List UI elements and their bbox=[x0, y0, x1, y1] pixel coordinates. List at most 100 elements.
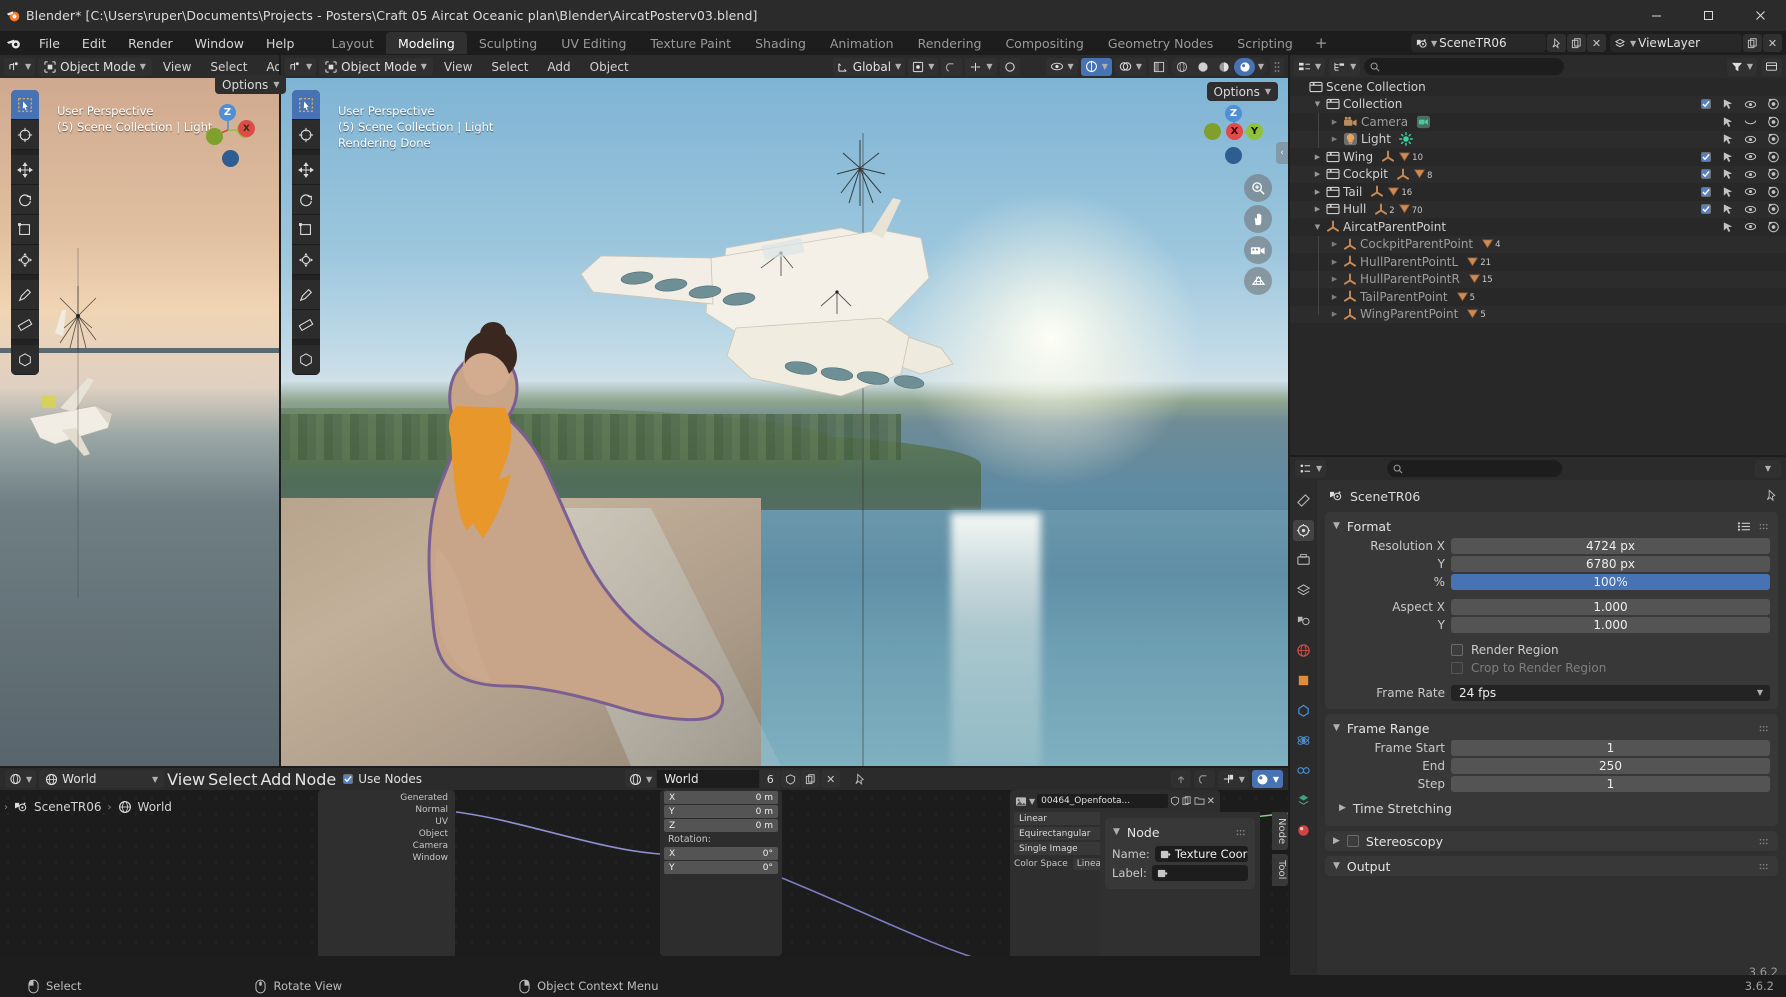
resolution-y-field[interactable]: 6780 px bbox=[1451, 555, 1770, 572]
outliner-disable-render-icon[interactable] bbox=[1767, 116, 1780, 128]
gizmo-axis-x-center[interactable]: X bbox=[238, 120, 255, 137]
outliner-row-tailparentpoint[interactable]: ▶ TailParentPoint 5 bbox=[1290, 288, 1786, 306]
tab-texture-paint[interactable]: Texture Paint bbox=[638, 32, 743, 54]
outliner-disable-render-icon[interactable] bbox=[1767, 168, 1780, 180]
image-browse-chevron-icon[interactable]: ▼ bbox=[1029, 797, 1035, 806]
disclosure-closed-icon[interactable]: ▶ bbox=[1311, 205, 1324, 213]
aspect-y-field[interactable]: 1.000 bbox=[1451, 616, 1770, 633]
node-snap-parent-button[interactable] bbox=[1170, 770, 1191, 788]
output-panel-grip-icon[interactable] bbox=[1759, 857, 1770, 876]
stereoscopy-panel-grip-icon[interactable] bbox=[1759, 832, 1770, 851]
tab-uv-editing[interactable]: UV Editing bbox=[549, 32, 638, 54]
outliner-search-input[interactable] bbox=[1364, 58, 1565, 75]
gizmo-axis-z[interactable]: Z bbox=[219, 104, 236, 121]
envtex-image-name[interactable]: 00464_Openfoota... bbox=[1037, 794, 1168, 808]
texcoord-output-generated[interactable]: Generated bbox=[318, 792, 455, 804]
disclosure-closed-icon[interactable]: ▶ bbox=[1328, 310, 1341, 318]
overlays-toggle[interactable]: ▼ bbox=[1114, 57, 1146, 76]
node-texture-coordinate[interactable]: Generated Normal UV Object Camera Window bbox=[318, 790, 455, 956]
outliner-selectable-icon[interactable] bbox=[1721, 116, 1734, 128]
tool-transform[interactable] bbox=[11, 245, 39, 275]
tab-geometry-nodes[interactable]: Geometry Nodes bbox=[1096, 32, 1225, 54]
tab-scripting[interactable]: Scripting bbox=[1225, 32, 1305, 54]
shading-wireframe[interactable] bbox=[1171, 58, 1192, 76]
shader-type-selector[interactable]: World ▼ bbox=[39, 770, 165, 788]
gizmo-main-axis-z-neg[interactable] bbox=[1225, 147, 1242, 164]
viewport-left-menu-select[interactable]: Select bbox=[202, 57, 255, 77]
tool-rotate[interactable] bbox=[11, 185, 39, 215]
prop-tab-output[interactable] bbox=[1293, 550, 1314, 571]
node-menu-add[interactable]: Add bbox=[260, 770, 291, 789]
aspect-x-field[interactable]: 1.000 bbox=[1451, 598, 1770, 615]
node-pin-icon[interactable] bbox=[850, 770, 869, 788]
outliner-hide-viewport-icon[interactable] bbox=[1744, 116, 1757, 127]
outliner-disable-render-icon[interactable] bbox=[1767, 151, 1780, 163]
mapping-rotation-y[interactable]: Y 0° bbox=[664, 861, 778, 874]
shading-rendered[interactable] bbox=[1234, 57, 1255, 76]
viewport-sidebar-expand-icon[interactable]: ‹ bbox=[1276, 142, 1288, 164]
xray-toggle[interactable] bbox=[1149, 58, 1168, 76]
node-editor-type[interactable]: ▼ bbox=[5, 770, 37, 788]
frame-end-field[interactable]: 250 bbox=[1451, 757, 1770, 774]
gizmo-main-axis-y[interactable]: Y bbox=[1246, 123, 1263, 140]
node-sidebar-grip-icon[interactable] bbox=[1236, 823, 1247, 842]
tool-cursor[interactable] bbox=[11, 120, 39, 150]
node-menu-select[interactable]: Select bbox=[208, 770, 257, 789]
disclosure-open-icon[interactable]: ▼ bbox=[1311, 100, 1324, 108]
viewport-main-nav-gizmo[interactable]: Z Y X bbox=[1202, 100, 1266, 164]
prop-tab-modifiers[interactable] bbox=[1293, 700, 1314, 721]
outliner-row-aircatparentpoint[interactable]: ▼ AircatParentPoint bbox=[1290, 218, 1786, 236]
menu-window[interactable]: Window bbox=[184, 31, 255, 55]
viewport-main-options-button[interactable]: Options ▼ bbox=[1206, 82, 1278, 101]
disclosure-closed-icon[interactable]: ▶ bbox=[1311, 153, 1324, 161]
output-panel-header[interactable]: ▼ Output bbox=[1325, 856, 1778, 876]
node-sidebar-tab-node[interactable]: Node bbox=[1272, 812, 1288, 851]
shading-solid[interactable] bbox=[1192, 58, 1213, 76]
outliner-disable-render-icon[interactable] bbox=[1767, 221, 1780, 233]
properties-options-button[interactable]: ▼ bbox=[1755, 459, 1781, 478]
add-workspace-button[interactable]: + bbox=[1305, 34, 1338, 52]
gizmo-axis-x-neg[interactable] bbox=[206, 128, 223, 145]
outliner-selectable-icon[interactable] bbox=[1721, 98, 1734, 110]
mapping-location-z[interactable]: Z 0 m bbox=[664, 819, 778, 832]
outliner-exclude-checkbox[interactable] bbox=[1701, 204, 1711, 215]
outliner-exclude-checkbox[interactable] bbox=[1701, 99, 1711, 110]
visibility-dropdown[interactable]: ▼ bbox=[1045, 57, 1078, 76]
world-fake-user-icon[interactable] bbox=[781, 770, 801, 788]
output-collapse-icon[interactable]: ▼ bbox=[1333, 861, 1340, 871]
mapping-location-y[interactable]: Y 0 m bbox=[664, 805, 778, 818]
node-menu-node[interactable]: Node bbox=[294, 770, 336, 789]
time-stretching-subpanel[interactable]: ▶ Time Stretching bbox=[1325, 798, 1778, 818]
prop-tab-data[interactable] bbox=[1293, 790, 1314, 811]
outliner-hide-viewport-icon[interactable] bbox=[1744, 134, 1757, 145]
maximize-button[interactable] bbox=[1682, 0, 1734, 31]
menu-render[interactable]: Render bbox=[117, 31, 184, 55]
outliner-exclude-checkbox[interactable] bbox=[1701, 169, 1711, 180]
editor-type-selector-main[interactable]: ▼ bbox=[285, 57, 317, 76]
node-name-field[interactable]: Texture Coordinate bbox=[1154, 846, 1248, 862]
gizmo-main-axis-z[interactable]: Z bbox=[1225, 105, 1242, 122]
gizmo-toggle[interactable]: ▼ bbox=[1080, 57, 1112, 76]
tool-measure[interactable] bbox=[11, 310, 39, 340]
zoom-view-button[interactable] bbox=[1244, 174, 1272, 202]
disclosure-closed-icon[interactable]: ▶ bbox=[1311, 188, 1324, 196]
world-name-field[interactable]: World bbox=[657, 770, 760, 788]
outliner-row-hull[interactable]: ▶ Hull 2 70 bbox=[1290, 200, 1786, 218]
prop-tab-physics[interactable] bbox=[1293, 730, 1314, 751]
gizmo-axis-z-neg[interactable] bbox=[222, 150, 239, 167]
viewport-left-nav-gizmo[interactable]: Z Y X X bbox=[198, 100, 258, 167]
envtex-open-image-icon[interactable] bbox=[1194, 796, 1205, 806]
outliner-row-wingparentpoint[interactable]: ▶ WingParentPoint 5 bbox=[1290, 305, 1786, 323]
outliner-hide-viewport-icon[interactable] bbox=[1744, 186, 1757, 197]
world-browse-button[interactable]: ▼ bbox=[625, 770, 657, 788]
outliner-selectable-icon[interactable] bbox=[1721, 203, 1734, 215]
node-label-field[interactable] bbox=[1151, 865, 1248, 881]
outliner-selectable-icon[interactable] bbox=[1721, 168, 1734, 180]
disclosure-closed-icon[interactable]: ▶ bbox=[1328, 258, 1341, 266]
render-region-checkbox[interactable] bbox=[1451, 643, 1463, 656]
outliner-row-scene-collection[interactable]: Scene Collection bbox=[1290, 78, 1786, 96]
texcoord-output-normal[interactable]: Normal bbox=[318, 804, 455, 816]
tab-rendering[interactable]: Rendering bbox=[906, 32, 994, 54]
viewport-menu-grip[interactable] bbox=[1270, 57, 1284, 76]
snap-toggle[interactable] bbox=[941, 57, 963, 76]
